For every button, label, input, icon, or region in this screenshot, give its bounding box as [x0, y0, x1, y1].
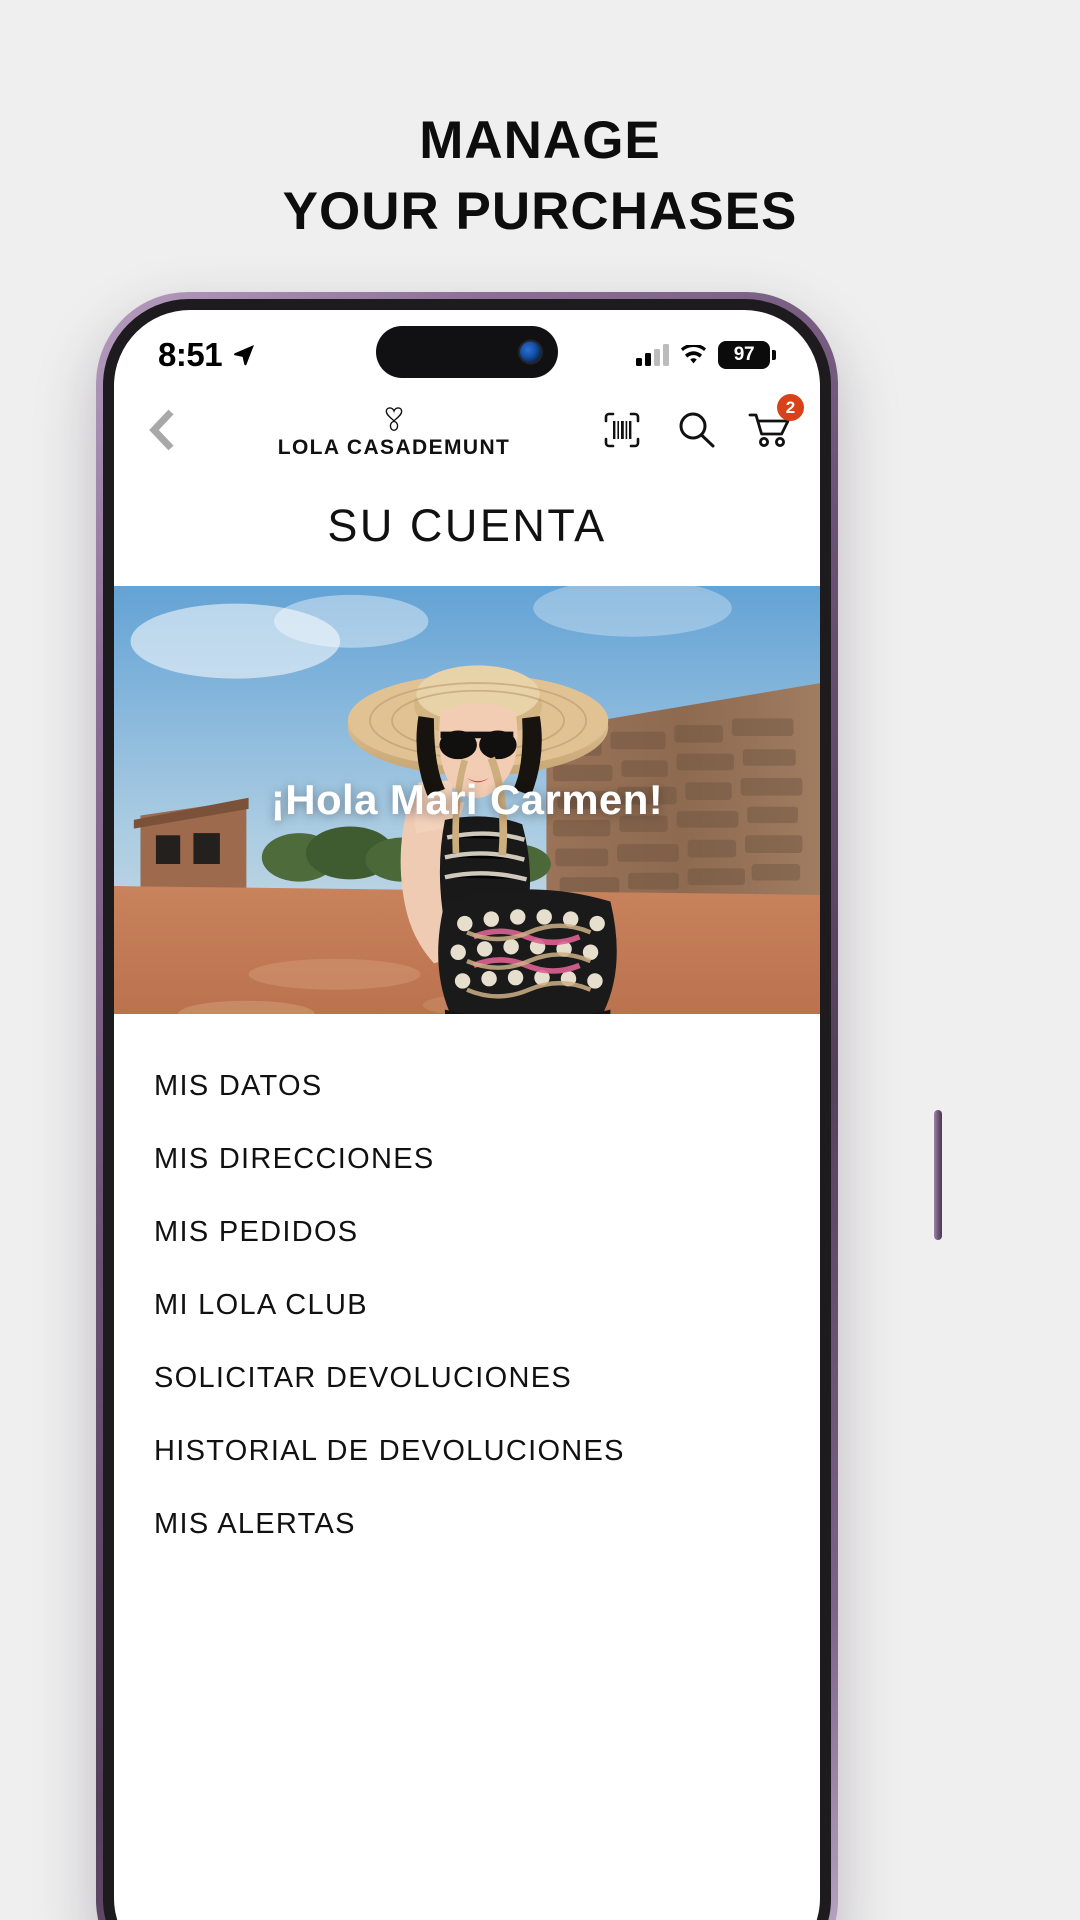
account-menu: MIS DATOS MIS DIRECCIONES MIS PEDIDOS MI… [114, 1014, 820, 1561]
heart-logo-icon [385, 407, 403, 432]
cart-badge: 2 [777, 394, 804, 421]
page-title: SU CUENTA [327, 500, 607, 551]
menu-item-label: SOLICITAR DEVOLUCIONES [154, 1362, 573, 1394]
brand-logo[interactable]: LOLA CASADEMUNT [190, 400, 598, 460]
menu-item-label: MI LOLA CLUB [154, 1289, 368, 1321]
battery-tip [772, 350, 776, 360]
menu-item-mis-datos[interactable]: MIS DATOS [114, 1050, 820, 1123]
status-bar: 8:51 97 [114, 310, 820, 382]
phone-mockup: 8:51 97 LOLA CASADEMUNT 2 SU CUENTA ¡Hol… [96, 292, 942, 1920]
app-nav-bar: LOLA CASADEMUNT 2 [114, 382, 820, 478]
search-icon [679, 412, 715, 448]
menu-item-label: MIS ALERTAS [154, 1508, 356, 1540]
status-bar-left: 8:51 [158, 336, 256, 374]
menu-item-mi-lola-club[interactable]: MI LOLA CLUB [114, 1269, 820, 1342]
battery-indicator: 97 [718, 341, 776, 369]
cellular-bars-icon [636, 344, 669, 366]
barcode-scan-button[interactable] [598, 406, 646, 454]
battery-level-label: 97 [718, 341, 770, 369]
promo-headline-line-1: MANAGE [419, 111, 661, 170]
menu-item-label: MIS DIRECCIONES [154, 1143, 435, 1175]
status-bar-time: 8:51 [158, 336, 223, 373]
promo-headline-line-2: YOUR PURCHASES [282, 181, 798, 241]
brand-name-label: LOLA CASADEMUNT [277, 436, 511, 459]
cart-button[interactable]: 2 [746, 394, 804, 454]
promo-headline: MANAGE YOUR PURCHASES [0, 110, 1080, 243]
promo-screenshot: MANAGE YOUR PURCHASES 8:51 97 LOLA CASAD… [0, 0, 1080, 1920]
back-button[interactable] [134, 402, 190, 458]
menu-item-mis-pedidos[interactable]: MIS PEDIDOS [114, 1196, 820, 1269]
hero-banner[interactable]: ¡Hola Mari Carmen! [114, 586, 820, 1014]
dynamic-island [376, 326, 558, 378]
menu-item-mis-alertas[interactable]: MIS ALERTAS [114, 1488, 820, 1561]
barcode-icon [604, 412, 640, 448]
menu-item-solicitar-devoluciones[interactable]: SOLICITAR DEVOLUCIONES [114, 1342, 820, 1415]
search-button[interactable] [672, 406, 720, 454]
hero-greeting: ¡Hola Mari Carmen! [270, 776, 664, 823]
menu-item-mis-direcciones[interactable]: MIS DIRECCIONES [114, 1123, 820, 1196]
wifi-icon [680, 344, 707, 363]
menu-item-label: HISTORIAL DE DEVOLUCIONES [154, 1435, 625, 1467]
location-arrow-icon [234, 345, 255, 366]
nav-actions: 2 [598, 394, 804, 454]
menu-item-label: MIS PEDIDOS [154, 1216, 359, 1248]
power-button[interactable] [934, 1110, 942, 1240]
status-bar-right: 97 [636, 341, 776, 369]
phone-bezel: 8:51 97 LOLA CASADEMUNT 2 SU CUENTA ¡Hol… [103, 299, 831, 1920]
chevron-left-icon [149, 409, 174, 451]
phone-screen: 8:51 97 LOLA CASADEMUNT 2 SU CUENTA ¡Hol… [114, 310, 820, 1920]
menu-item-label: MIS DATOS [154, 1070, 323, 1102]
menu-item-historial-de-devoluciones[interactable]: HISTORIAL DE DEVOLUCIONES [114, 1415, 820, 1488]
